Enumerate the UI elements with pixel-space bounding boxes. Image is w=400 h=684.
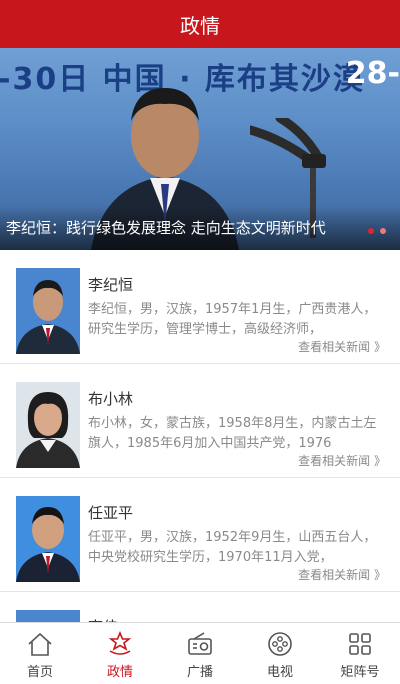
carousel-dot[interactable] xyxy=(380,228,386,234)
tv-icon xyxy=(268,632,292,656)
related-news-link[interactable]: 查看相关新闻 》 xyxy=(298,452,386,469)
tab-label: 电视 xyxy=(266,665,293,680)
list-item[interactable]: 李纪恒 李纪恒，男，汉族，1957年1月生，广西贵港人，研究生学历，管理学博士，… xyxy=(0,250,400,364)
portrait-photo xyxy=(16,496,80,582)
official-bio: 李纪恒，男，汉族，1957年1月生，广西贵港人，研究生学历，管理学博士，高级经济… xyxy=(88,302,377,337)
grid-icon xyxy=(349,633,371,655)
tab-label: 政情 xyxy=(106,665,133,680)
tab-radio[interactable]: 广播 xyxy=(160,623,240,684)
related-news-link[interactable]: 查看相关新闻 》 xyxy=(298,338,386,355)
carousel-indicator xyxy=(368,228,386,234)
app-header: 政情 xyxy=(0,0,400,48)
official-bio: 布小林，女，蒙古族，1958年8月生，内蒙古土左旗人，1985年6月加入中国共产… xyxy=(88,416,377,451)
list-item[interactable]: 布小林 布小林，女，蒙古族，1958年8月生，内蒙古土左旗人，1985年6月加入… xyxy=(0,364,400,478)
tab-home[interactable]: 首页 xyxy=(0,623,80,684)
portrait-photo xyxy=(16,382,80,468)
portrait-photo xyxy=(16,610,80,622)
list-item[interactable]: 任亚平 任亚平，男，汉族，1952年9月生，山西五台人，中央党校研究生学历，19… xyxy=(0,478,400,592)
carousel-dot-active[interactable] xyxy=(368,228,374,234)
official-name: 布小林 xyxy=(88,390,134,408)
tab-label: 广播 xyxy=(186,665,213,680)
official-bio: 任亚平，男，汉族，1952年9月生，山西五台人，中央党校研究生学历，1970年1… xyxy=(88,530,377,565)
bottom-tab-bar: 首页 政情 广播 电视 矩阵号 xyxy=(0,622,400,684)
official-name: 任亚平 xyxy=(88,504,134,522)
radio-icon xyxy=(188,632,212,655)
home-icon xyxy=(28,632,52,656)
tab-label: 首页 xyxy=(26,665,53,680)
featured-banner[interactable]: -30日 中国 · 库布其沙漠 28- 李纪恒：践行绿色发展理念 走向生态文明新… xyxy=(0,48,400,250)
page-title: 政情 xyxy=(180,13,220,38)
banner-backdrop-text-right: 28- xyxy=(345,56,400,91)
tab-politics[interactable]: 政情 xyxy=(80,623,160,684)
tab-label: 矩阵号 xyxy=(340,665,380,680)
portrait-photo xyxy=(16,268,80,354)
tab-tv[interactable]: 电视 xyxy=(240,623,320,684)
official-list: 李纪恒 李纪恒，男，汉族，1957年1月生，广西贵港人，研究生学历，管理学博士，… xyxy=(0,250,400,622)
related-news-link[interactable]: 查看相关新闻 》 xyxy=(298,566,386,583)
list-item[interactable]: 李佳 xyxy=(0,592,400,622)
tab-matrix[interactable]: 矩阵号 xyxy=(320,623,400,684)
emblem-icon xyxy=(108,631,132,655)
banner-caption[interactable]: 李纪恒：践行绿色发展理念 走向生态文明新时代 xyxy=(6,217,351,238)
official-name: 李纪恒 xyxy=(88,276,134,294)
